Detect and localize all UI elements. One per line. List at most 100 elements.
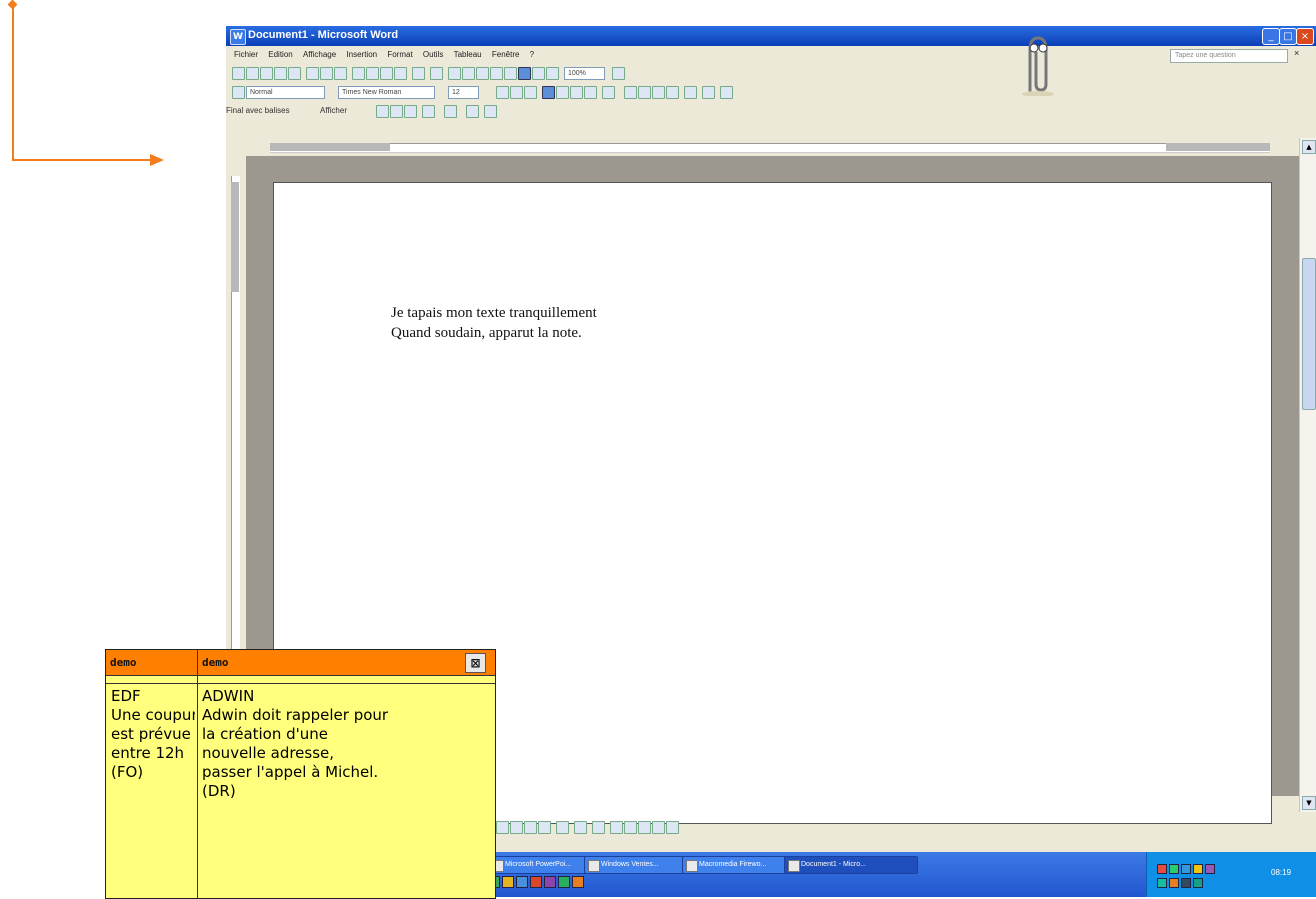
tray-icon[interactable]: [1169, 878, 1179, 888]
quicklaunch-tool-icon[interactable]: [558, 876, 570, 888]
help-question-input[interactable]: Tapez une question: [1170, 49, 1288, 63]
taskbar-item-word[interactable]: Document1 - Micro...: [784, 856, 918, 874]
minimize-button[interactable]: _: [1262, 28, 1280, 45]
document-map-icon[interactable]: [532, 67, 545, 80]
border-icon[interactable]: [684, 86, 697, 99]
highlight-icon[interactable]: [702, 86, 715, 99]
tray-icon[interactable]: [1181, 864, 1191, 874]
menu-fichier[interactable]: Fichier: [234, 46, 258, 64]
copy-icon[interactable]: [366, 67, 379, 80]
track-changes-icon[interactable]: [466, 105, 479, 118]
tray-icon[interactable]: [1193, 864, 1203, 874]
undo-icon[interactable]: [412, 67, 425, 80]
columns-icon[interactable]: [504, 67, 517, 80]
horizontal-ruler[interactable]: [226, 140, 1299, 154]
drawing-icon[interactable]: [518, 67, 531, 80]
arrow-style-icon[interactable]: [638, 821, 651, 834]
underline-icon[interactable]: [524, 86, 537, 99]
oval-tool-icon[interactable]: [510, 821, 523, 834]
vertical-scrollbar[interactable]: ▲ ▼: [1299, 138, 1316, 812]
maximize-button[interactable]: □: [1279, 28, 1297, 45]
italic-icon[interactable]: [510, 86, 523, 99]
line-style-icon[interactable]: [610, 821, 623, 834]
show-hide-icon[interactable]: [546, 67, 559, 80]
quicklaunch-office-icon[interactable]: [572, 876, 584, 888]
bold-icon[interactable]: [496, 86, 509, 99]
menu-tableau[interactable]: Tableau: [454, 46, 482, 64]
menu-edition[interactable]: Edition: [268, 46, 292, 64]
quicklaunch-folder-icon[interactable]: [502, 876, 514, 888]
taskbar-item-windows[interactable]: Windows Ventes...: [584, 856, 694, 874]
quicklaunch-media-icon[interactable]: [544, 876, 556, 888]
hyperlink-icon[interactable]: [448, 67, 461, 80]
print-preview-icon[interactable]: [320, 67, 333, 80]
align-center-icon[interactable]: [556, 86, 569, 99]
menu-outils[interactable]: Outils: [423, 46, 443, 64]
style-select[interactable]: Normal: [246, 86, 325, 99]
spelling-icon[interactable]: [334, 67, 347, 80]
tray-icon[interactable]: [1169, 864, 1179, 874]
quicklaunch-app-icon[interactable]: [530, 876, 542, 888]
save-icon[interactable]: [260, 67, 273, 80]
align-right-icon[interactable]: [570, 86, 583, 99]
accept-change-icon[interactable]: [404, 105, 417, 118]
review-display-select[interactable]: Final avec balises: [226, 105, 290, 116]
menu-help[interactable]: ?: [530, 46, 534, 64]
insert-table-icon[interactable]: [476, 67, 489, 80]
dash-style-icon[interactable]: [624, 821, 637, 834]
document-text[interactable]: Je tapais mon texte tranquillement Quand…: [391, 303, 597, 343]
tables-borders-icon[interactable]: [462, 67, 475, 80]
reject-change-icon[interactable]: [422, 105, 435, 118]
open-icon[interactable]: [246, 67, 259, 80]
tray-icon[interactable]: [1157, 864, 1167, 874]
insert-excel-icon[interactable]: [490, 67, 503, 80]
help-icon[interactable]: [612, 67, 625, 80]
increase-indent-icon[interactable]: [666, 86, 679, 99]
tray-icon[interactable]: [1181, 878, 1191, 888]
note-close-icon[interactable]: ⊠: [465, 653, 486, 673]
new-icon[interactable]: [232, 67, 245, 80]
menu-affichage[interactable]: Affichage: [303, 46, 336, 64]
note-header[interactable]: demo demo ⊠: [106, 650, 495, 676]
align-left-icon[interactable]: [542, 86, 555, 99]
document-close-icon[interactable]: ×: [1294, 48, 1299, 58]
rectangle-tool-icon[interactable]: [496, 821, 509, 834]
show-menu-button[interactable]: Afficher: [320, 105, 347, 116]
email-icon[interactable]: [288, 67, 301, 80]
taskbar-clock[interactable]: 08:19: [1271, 868, 1291, 877]
redo-icon[interactable]: [430, 67, 443, 80]
previous-change-icon[interactable]: [376, 105, 389, 118]
scroll-down-icon[interactable]: ▼: [1302, 796, 1316, 810]
styles-icon[interactable]: [232, 86, 245, 99]
new-comment-icon[interactable]: [444, 105, 457, 118]
tray-icon[interactable]: [1205, 864, 1215, 874]
font-select[interactable]: Times New Roman: [338, 86, 435, 99]
close-button[interactable]: ×: [1296, 28, 1314, 45]
bullets-icon[interactable]: [638, 86, 651, 99]
scroll-up-icon[interactable]: ▲: [1302, 140, 1316, 154]
menu-fenetre[interactable]: Fenêtre: [492, 46, 520, 64]
tray-icon[interactable]: [1157, 878, 1167, 888]
font-color-icon[interactable]: [720, 86, 733, 99]
print-icon[interactable]: [306, 67, 319, 80]
line-color-icon[interactable]: [574, 821, 587, 834]
draw-font-color-icon[interactable]: [592, 821, 605, 834]
office-assistant-icon[interactable]: [1012, 32, 1062, 96]
scroll-thumb[interactable]: [1302, 258, 1316, 410]
cut-icon[interactable]: [352, 67, 365, 80]
note-column-right[interactable]: ADWIN Adwin doit rappeler pour la créati…: [202, 687, 492, 847]
reviewing-pane-icon[interactable]: [484, 105, 497, 118]
note-popup[interactable]: demo demo ⊠ EDF Une coupure est prévue e…: [105, 649, 496, 899]
3d-style-icon[interactable]: [666, 821, 679, 834]
menu-insertion[interactable]: Insertion: [346, 46, 377, 64]
quicklaunch-ie-icon[interactable]: [516, 876, 528, 888]
menu-format[interactable]: Format: [387, 46, 412, 64]
paste-icon[interactable]: [380, 67, 393, 80]
font-size-select[interactable]: 12: [448, 86, 479, 99]
permission-icon[interactable]: [274, 67, 287, 80]
line-spacing-icon[interactable]: [602, 86, 615, 99]
decrease-indent-icon[interactable]: [652, 86, 665, 99]
shadow-style-icon[interactable]: [652, 821, 665, 834]
wordart-tool-icon[interactable]: [538, 821, 551, 834]
format-painter-icon[interactable]: [394, 67, 407, 80]
